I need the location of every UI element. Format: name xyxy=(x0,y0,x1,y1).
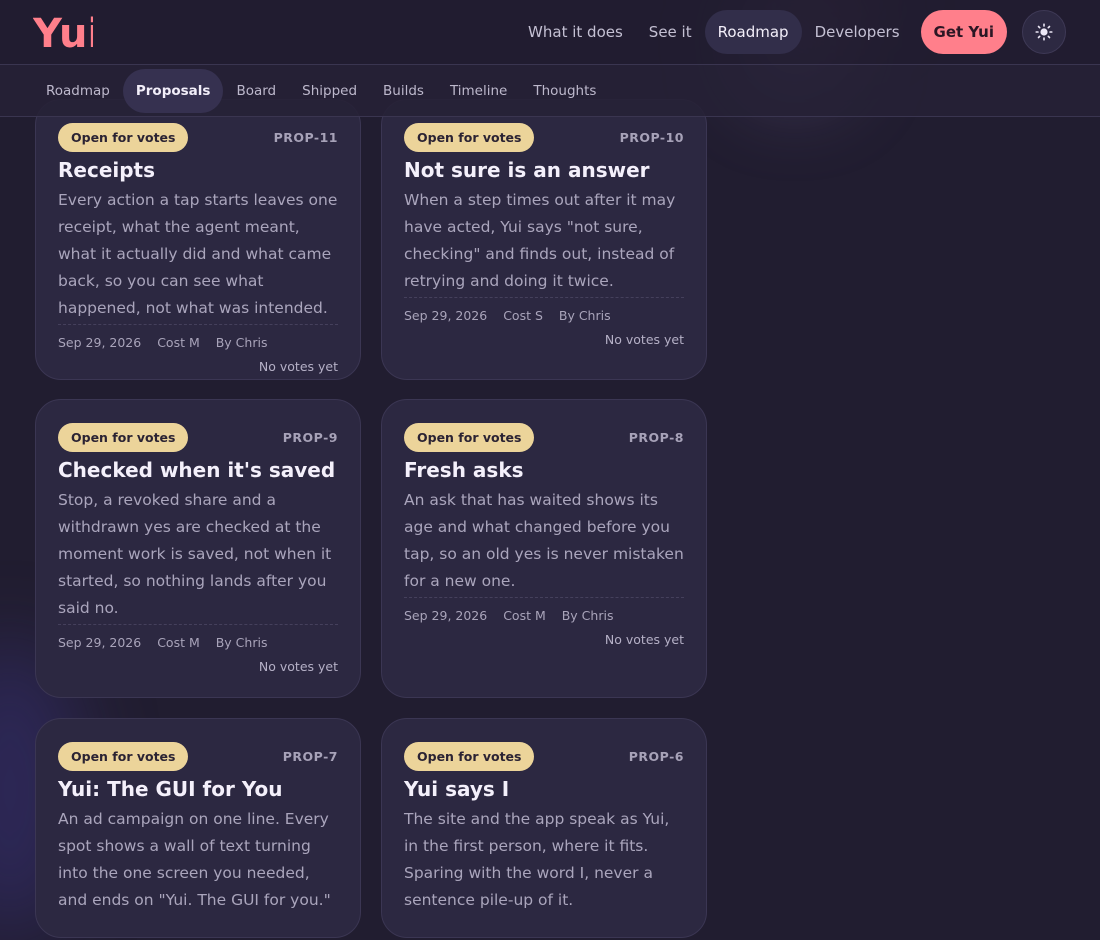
proposal-id: PROP-7 xyxy=(282,748,338,764)
proposal-description: Every action a tap starts leaves one rec… xyxy=(58,191,338,317)
proposal-author: By Chris xyxy=(215,335,268,350)
proposal-date: Sep 29, 2026 xyxy=(404,308,488,323)
proposal-description: An ask that has waited shows its age and… xyxy=(404,491,684,590)
vote-count: No votes yet xyxy=(604,632,684,647)
proposal-title: Fresh asks xyxy=(404,458,524,482)
status-badge: Open for votes xyxy=(404,422,535,452)
proposal-meta: Sep 29, 2026 Cost S By Chris xyxy=(404,297,684,323)
proposal-description: The site and the app speak as Yui, in th… xyxy=(404,810,670,909)
proposal-date: Sep 29, 2026 xyxy=(58,635,142,650)
proposal-card[interactable]: Open for votes PROP-8 Fresh asks An ask … xyxy=(381,399,707,698)
proposal-author: By Chris xyxy=(215,635,268,650)
proposal-date: Sep 29, 2026 xyxy=(404,608,488,623)
proposal-author: By Chris xyxy=(561,608,614,623)
proposal-author: By Chris xyxy=(558,308,611,323)
proposal-title: Checked when it's saved xyxy=(58,458,336,482)
tab-board[interactable]: Board xyxy=(223,69,289,113)
tab-builds[interactable]: Builds xyxy=(370,69,437,113)
status-badge: Open for votes xyxy=(404,741,535,771)
nav-roadmap[interactable]: Roadmap xyxy=(704,10,802,54)
proposal-card[interactable]: Open for votes PROP-11 Receipts Every ac… xyxy=(35,99,361,380)
vote-count: No votes yet xyxy=(258,659,338,674)
proposal-cost: Cost M xyxy=(157,335,200,350)
proposal-id: PROP-11 xyxy=(273,129,338,145)
get-yui-button[interactable]: Get Yui xyxy=(920,10,1007,54)
proposal-card[interactable]: Open for votes PROP-6 Yui says I The sit… xyxy=(381,718,707,938)
tab-proposals[interactable]: Proposals xyxy=(122,68,224,113)
main-nav: What it does See it Roadmap Developers G… xyxy=(515,10,1066,54)
proposal-date: Sep 29, 2026 xyxy=(58,335,142,350)
status-badge: Open for votes xyxy=(404,122,535,152)
proposal-description: An ad campaign on one line. Every spot s… xyxy=(58,810,331,909)
proposals-grid: Open for votes PROP-11 Receipts Every ac… xyxy=(0,0,1100,938)
proposal-cost: Cost M xyxy=(157,635,200,650)
roadmap-subnav: Roadmap Proposals Board Shipped Builds T… xyxy=(0,65,1100,117)
proposal-title: Yui says I xyxy=(404,777,510,801)
proposal-title: Yui: The GUI for You xyxy=(58,777,283,801)
proposal-title: Not sure is an answer xyxy=(404,158,650,182)
status-badge: Open for votes xyxy=(58,122,189,152)
proposal-cost: Cost S xyxy=(503,308,543,323)
nav-developers[interactable]: Developers xyxy=(802,10,913,54)
proposal-description: Stop, a revoked share and a withdrawn ye… xyxy=(58,491,332,617)
proposal-card[interactable]: Open for votes PROP-10 Not sure is an an… xyxy=(381,99,707,380)
proposal-id: PROP-8 xyxy=(628,429,684,445)
theme-toggle-button[interactable] xyxy=(1022,10,1066,54)
tab-roadmap[interactable]: Roadmap xyxy=(33,69,123,113)
top-navbar: Yui What it does See it Roadmap Develope… xyxy=(0,0,1100,65)
proposal-id: PROP-9 xyxy=(282,429,338,445)
proposal-meta: Sep 29, 2026 Cost M By Chris xyxy=(404,597,684,623)
sun-icon xyxy=(1035,23,1053,41)
proposal-card[interactable]: Open for votes PROP-7 Yui: The GUI for Y… xyxy=(35,718,361,938)
status-badge: Open for votes xyxy=(58,422,189,452)
logo-text: Yui xyxy=(33,12,93,52)
proposal-meta: Sep 29, 2026 Cost M By Chris xyxy=(58,624,338,650)
proposal-id: PROP-10 xyxy=(619,129,684,145)
status-badge: Open for votes xyxy=(58,741,189,771)
proposal-description: When a step times out after it may have … xyxy=(404,191,676,290)
proposal-cost: Cost M xyxy=(503,608,546,623)
proposal-id: PROP-6 xyxy=(628,748,684,764)
tab-thoughts[interactable]: Thoughts xyxy=(520,69,609,113)
vote-count: No votes yet xyxy=(258,359,338,374)
nav-what-it-does[interactable]: What it does xyxy=(515,10,636,54)
vote-count: No votes yet xyxy=(604,332,684,347)
yui-logo[interactable]: Yui xyxy=(32,11,101,57)
nav-see-it[interactable]: See it xyxy=(636,10,705,54)
proposal-title: Receipts xyxy=(58,158,156,182)
tab-timeline[interactable]: Timeline xyxy=(437,69,520,113)
proposal-meta: Sep 29, 2026 Cost M By Chris xyxy=(58,324,338,350)
tab-shipped[interactable]: Shipped xyxy=(289,69,370,113)
proposal-card[interactable]: Open for votes PROP-9 Checked when it's … xyxy=(35,399,361,698)
